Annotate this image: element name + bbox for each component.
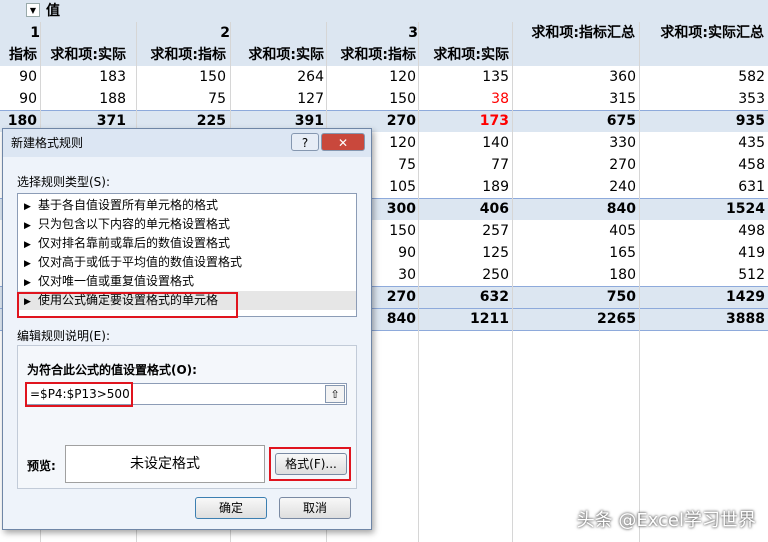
table-cell[interactable]: 935	[640, 110, 768, 132]
format-preview: 未设定格式	[65, 445, 265, 483]
table-cell[interactable]: 270	[513, 154, 639, 176]
watermark: 头条 @Excel学习世界	[576, 510, 756, 531]
rule-type-item[interactable]: ▶ 只为包含以下内容的单元格设置格式	[24, 215, 354, 234]
table-cell[interactable]: 150	[328, 88, 419, 110]
cancel-button[interactable]: 取消	[279, 497, 351, 519]
table-cell[interactable]: 150	[137, 66, 229, 88]
table-cell[interactable]: 631	[640, 176, 768, 198]
table-cell[interactable]: 2265	[513, 308, 639, 330]
dialog-title: 新建格式规则	[11, 136, 84, 150]
close-icon: ✕	[337, 136, 349, 150]
table-cell[interactable]: 75	[137, 88, 229, 110]
table-cell[interactable]: 189	[420, 176, 512, 198]
table-cell[interactable]: 840	[513, 198, 639, 220]
rule-type-label: 选择规则类型(S):	[17, 175, 111, 189]
arrow-up-icon: ⇧	[330, 388, 340, 401]
table-cell[interactable]: 240	[513, 176, 639, 198]
table-cell[interactable]: 264	[230, 66, 327, 88]
table-cell[interactable]: 632	[420, 286, 512, 308]
preview-label: 预览:	[27, 459, 56, 473]
table-cell[interactable]: 125	[420, 242, 512, 264]
gridline	[512, 22, 513, 542]
column-header: 求和项:实际	[248, 47, 324, 63]
help-button[interactable]: ?	[291, 133, 319, 151]
table-cell[interactable]: 38	[420, 88, 512, 110]
table-cell[interactable]: 458	[640, 154, 768, 176]
formula-label: 为符合此公式的值设置格式(O):	[27, 363, 197, 377]
ok-button[interactable]: 确定	[195, 497, 267, 519]
chevron-down-icon: ▼	[29, 6, 37, 15]
highlight-box	[25, 382, 133, 407]
highlight-box	[269, 447, 351, 481]
gridline	[639, 22, 640, 542]
group-number: 1	[30, 25, 40, 41]
table-cell[interactable]: 135	[420, 66, 512, 88]
table-cell[interactable]: 257	[420, 220, 512, 242]
table-cell[interactable]: 180	[513, 264, 639, 286]
table-cell[interactable]: 120	[328, 66, 419, 88]
table-cell[interactable]: 183	[41, 66, 129, 88]
table-cell[interactable]: 435	[640, 132, 768, 154]
table-cell[interactable]: 675	[513, 110, 639, 132]
table-cell[interactable]: 1211	[420, 308, 512, 330]
table-cell[interactable]: 77	[420, 154, 512, 176]
collapse-dialog-button[interactable]: ⇧	[325, 385, 345, 403]
table-cell[interactable]: 127	[230, 88, 327, 110]
rule-type-text: 仅对唯一值或重复值设置格式	[38, 274, 195, 288]
values-field-label: 值	[46, 3, 60, 19]
highlight-box	[17, 292, 238, 318]
table-cell[interactable]: 498	[640, 220, 768, 242]
grand-header-actual: 求和项:实际汇总	[660, 25, 764, 41]
table-cell[interactable]: 582	[640, 66, 768, 88]
table-cell[interactable]: 90	[0, 88, 40, 110]
dialog-titlebar: 新建格式规则 ? ✕	[3, 129, 371, 157]
column-header: 求和项:指标	[150, 47, 226, 63]
rule-type-item[interactable]: ▶ 仅对高于或低于平均值的数值设置格式	[24, 253, 354, 272]
new-format-rule-dialog: 新建格式规则 ? ✕ 选择规则类型(S): ▶ 基于各自值设置所有单元格的格式 ▶…	[2, 128, 372, 530]
group-number: 3	[408, 25, 418, 41]
table-cell[interactable]: 188	[41, 88, 129, 110]
table-cell[interactable]: 90	[0, 66, 40, 88]
table-cell[interactable]: 173	[420, 110, 512, 132]
rule-type-text: 仅对高于或低于平均值的数值设置格式	[38, 255, 243, 269]
filter-dropdown[interactable]: ▼	[26, 3, 40, 17]
table-cell[interactable]: 315	[513, 88, 639, 110]
table-cell[interactable]: 406	[420, 198, 512, 220]
table-cell[interactable]: 353	[640, 88, 768, 110]
table-cell[interactable]: 140	[420, 132, 512, 154]
table-cell[interactable]: 405	[513, 220, 639, 242]
rule-type-text: 基于各自值设置所有单元格的格式	[38, 198, 219, 212]
rule-type-item[interactable]: ▶ 基于各自值设置所有单元格的格式	[24, 196, 354, 215]
column-header: 指标	[9, 47, 37, 63]
edit-rule-label: 编辑规则说明(E):	[17, 329, 110, 343]
rule-type-item[interactable]: ▶ 仅对排名靠前或靠后的数值设置格式	[24, 234, 354, 253]
column-header: 求和项:指标	[340, 47, 416, 63]
close-button[interactable]: ✕	[321, 133, 365, 151]
gridline	[418, 22, 419, 542]
group-number: 2	[220, 25, 230, 41]
table-cell[interactable]: 512	[640, 264, 768, 286]
table-cell[interactable]: 1429	[640, 286, 768, 308]
table-cell[interactable]: 360	[513, 66, 639, 88]
table-cell[interactable]: 1524	[640, 198, 768, 220]
table-cell[interactable]: 330	[513, 132, 639, 154]
rule-type-text: 只为包含以下内容的单元格设置格式	[38, 217, 231, 231]
column-header: 求和项:实际	[433, 47, 509, 63]
table-cell[interactable]: 250	[420, 264, 512, 286]
column-header: 求和项:实际	[50, 47, 126, 63]
table-cell[interactable]: 3888	[640, 308, 768, 330]
rule-type-text: 仅对排名靠前或靠后的数值设置格式	[38, 236, 231, 250]
table-cell[interactable]: 165	[513, 242, 639, 264]
rule-type-item[interactable]: ▶ 仅对唯一值或重复值设置格式	[24, 272, 354, 291]
filter-row	[0, 0, 768, 22]
table-cell[interactable]: 750	[513, 286, 639, 308]
table-cell[interactable]: 419	[640, 242, 768, 264]
grand-header-target: 求和项:指标汇总	[531, 25, 635, 41]
